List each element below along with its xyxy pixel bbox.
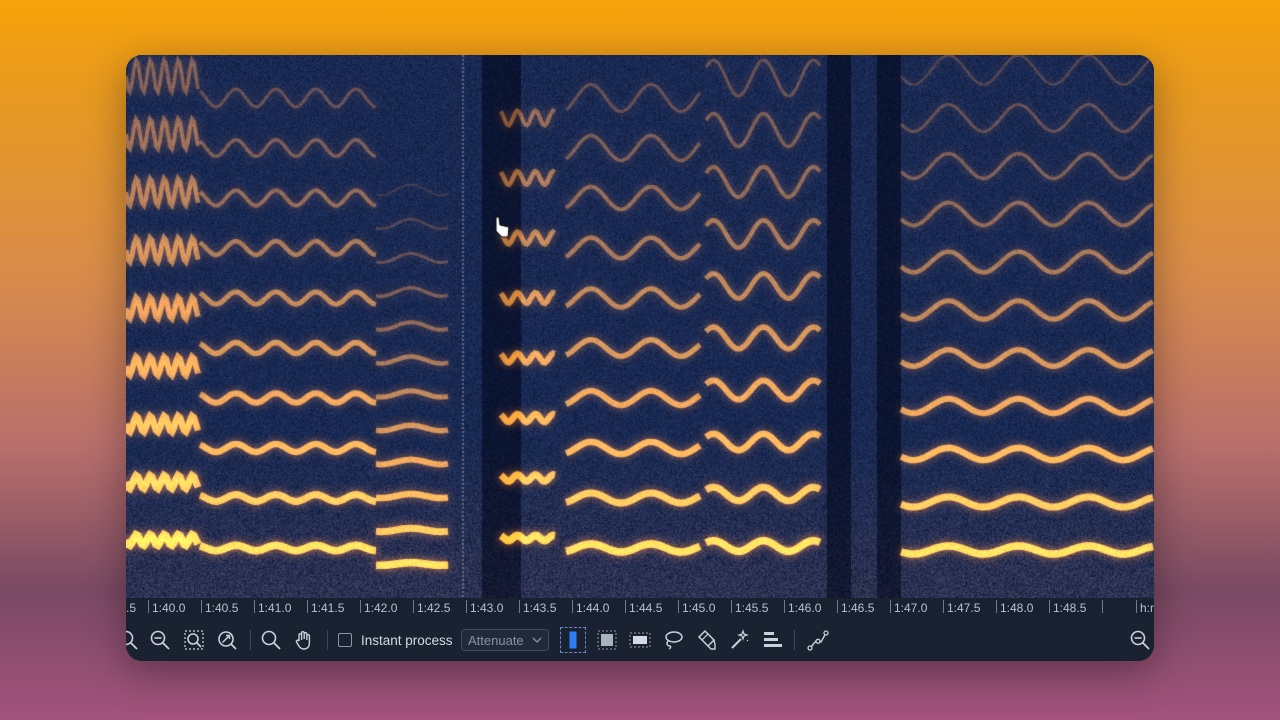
instant-process-checkbox[interactable] (338, 626, 352, 654)
hand-tool-icon[interactable] (290, 626, 318, 654)
time-ruler[interactable]: .5 h:r 1:40.0 1:40.5 1:41.0 1:41.5 1:42.0 1:4… (126, 598, 1154, 618)
magnify-icon[interactable] (257, 626, 285, 654)
mode-select-value: Attenuate (468, 632, 524, 648)
zoom-icon[interactable] (1126, 626, 1154, 654)
spectral-editor-window: .5 h:r 1:40.0 1:40.5 1:41.0 1:41.5 1:42.0 1:4… (126, 55, 1154, 661)
bottom-toolbar: Instant process Attenuate (126, 618, 1154, 661)
zoom-selection-icon[interactable] (180, 626, 208, 654)
chevron-down-icon (532, 637, 542, 643)
frequency-selection-icon[interactable] (593, 626, 621, 654)
lasso-icon[interactable] (659, 626, 687, 654)
instant-process-text: Instant process (361, 632, 453, 648)
time-selection-icon[interactable] (559, 626, 587, 654)
toolbar-separator (250, 630, 251, 650)
zoom-out-icon[interactable] (146, 626, 174, 654)
checkbox-box[interactable] (338, 633, 352, 647)
envelope-icon[interactable] (804, 626, 832, 654)
harmonic-selection-icon[interactable] (758, 626, 786, 654)
spectrogram-view[interactable] (126, 55, 1154, 598)
zoom-out-icon[interactable] (126, 626, 142, 654)
magic-wand-icon[interactable] (725, 626, 753, 654)
toolbar-separator (327, 630, 328, 650)
rectangle-selection-icon[interactable] (626, 626, 654, 654)
mode-select[interactable]: Attenuate (461, 629, 549, 651)
instant-process-label[interactable]: Instant process (361, 626, 453, 654)
toolbar-separator (794, 630, 795, 650)
zoom-fit-icon[interactable] (213, 626, 241, 654)
brush-icon[interactable] (692, 626, 720, 654)
